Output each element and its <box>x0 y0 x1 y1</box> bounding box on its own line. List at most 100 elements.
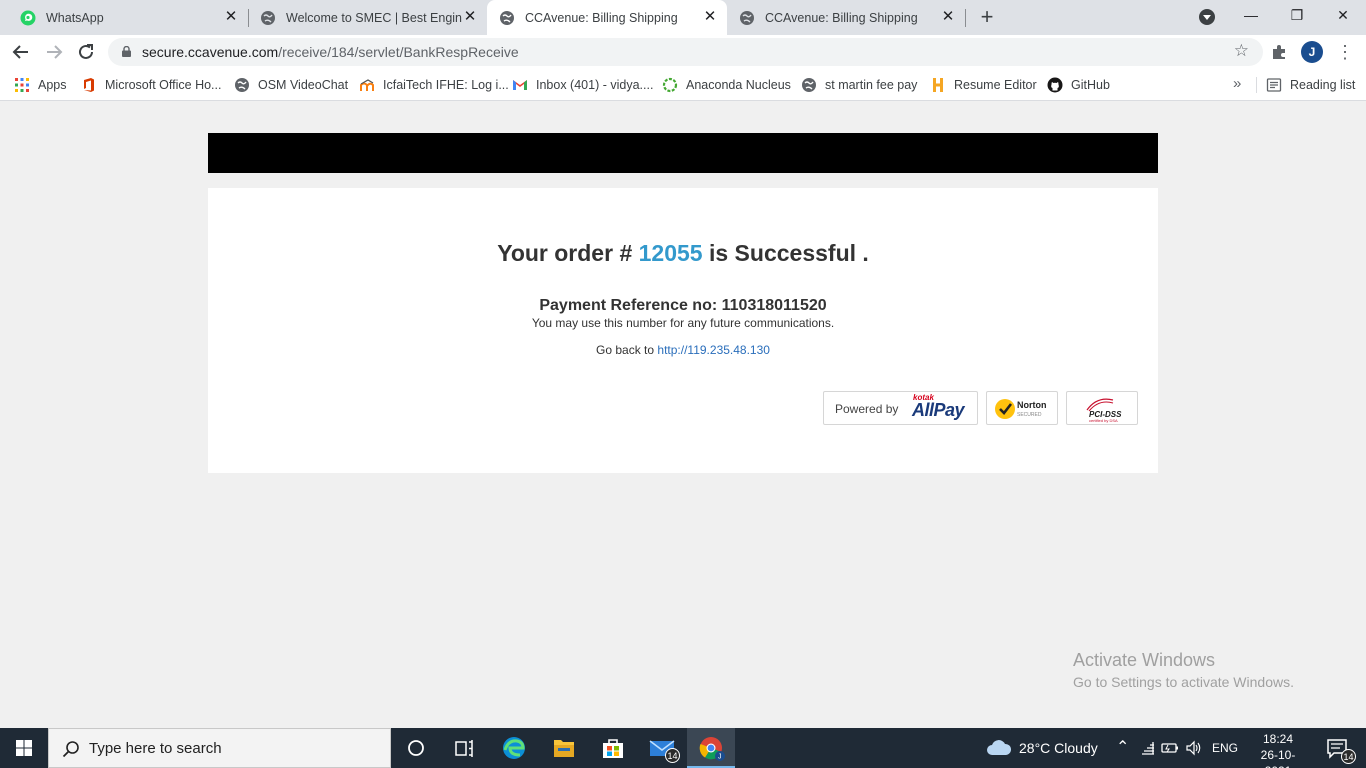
network-icon[interactable] <box>1140 740 1156 756</box>
bookmarks-overflow-button[interactable]: » <box>1233 75 1241 92</box>
address-bar[interactable]: secure.ccavenue.com/receive/184/servlet/… <box>108 38 1263 66</box>
tab-title: WhatsApp <box>46 10 104 25</box>
clock-date: 26-10-2021 <box>1260 748 1296 768</box>
extensions-puzzle-icon[interactable] <box>1270 43 1288 61</box>
store-taskbar-app[interactable] <box>589 728 637 768</box>
tab-close-icon[interactable]: ✕ <box>463 9 477 24</box>
bookmark-resume-editor[interactable]: Resume Editor <box>930 75 1037 95</box>
order-status-card: Your order # 12055 is Successful . Payme… <box>208 188 1158 473</box>
bookmark-anaconda[interactable]: Anaconda Nucleus <box>662 75 791 95</box>
pci-dss-badge: PCI-DSS certified by DSA <box>1066 391 1138 425</box>
tab-close-icon[interactable]: ✕ <box>224 9 238 24</box>
bookmarks-bar: Apps Microsoft Office Ho... OSM VideoCha… <box>0 69 1366 101</box>
edge-icon <box>503 737 525 759</box>
forward-button[interactable] <box>42 40 66 64</box>
office-icon <box>84 78 94 92</box>
back-button[interactable] <box>9 40 33 64</box>
bookmark-label: OSM VideoChat <box>258 78 349 92</box>
bookmark-office[interactable]: Microsoft Office Ho... <box>81 75 221 95</box>
reading-list-icon <box>1266 78 1282 92</box>
bookmarks-divider <box>1256 77 1257 93</box>
store-bag-icon <box>603 739 623 758</box>
activate-windows-watermark: Activate Windows Go to Settings to activ… <box>1073 650 1294 690</box>
activate-title: Activate Windows <box>1073 650 1216 670</box>
file-explorer-taskbar-app[interactable] <box>540 728 588 768</box>
new-tab-button[interactable]: + <box>975 5 999 29</box>
resume-h-icon <box>933 78 943 92</box>
bookmark-gmail-inbox[interactable]: Inbox (401) - vidya.... <box>512 75 653 95</box>
globe-icon <box>500 10 514 25</box>
taskbar-search-input[interactable]: Type here to search <box>48 728 391 768</box>
volume-icon[interactable] <box>1185 740 1203 756</box>
arrow-left-icon <box>12 45 28 59</box>
url-text[interactable]: secure.ccavenue.com/receive/184/servlet/… <box>142 44 519 60</box>
bookmark-github[interactable]: GitHub <box>1047 75 1110 95</box>
tab-strip: WhatsApp ✕ Welcome to SMEC | Best Engine… <box>0 0 1366 35</box>
url-host: secure.ccavenue.com <box>142 44 279 60</box>
tab-ccavenue-active[interactable]: CCAvenue: Billing Shipping ✕ <box>487 0 727 35</box>
bookmark-apps[interactable]: Apps <box>14 75 67 95</box>
github-icon <box>1047 77 1063 93</box>
bookmark-icfaitech[interactable]: IcfaiTech IFHE: Log i... <box>359 75 509 95</box>
bookmark-osm-videochat[interactable]: OSM VideoChat <box>234 75 348 95</box>
tab-ccavenue-2[interactable]: CCAvenue: Billing Shipping ✕ <box>727 0 965 35</box>
bookmark-st-martin[interactable]: st martin fee pay <box>801 75 917 95</box>
tab-title: CCAvenue: Billing Shipping <box>765 10 918 25</box>
tab-close-icon[interactable]: ✕ <box>703 9 717 24</box>
payment-note: You may use this number for any future c… <box>531 316 835 330</box>
go-back-link[interactable]: http://119.235.48.130 <box>657 343 770 357</box>
tab-close-icon[interactable]: ✕ <box>941 9 955 24</box>
tab-whatsapp[interactable]: WhatsApp ✕ <box>8 0 248 35</box>
system-clock[interactable]: 18:24 26-10-2021 <box>1248 731 1308 768</box>
tab-search-dropdown-icon[interactable] <box>1199 9 1215 25</box>
globe-icon <box>235 78 249 92</box>
minimize-button[interactable]: — <box>1228 0 1274 32</box>
whatsapp-icon <box>20 10 36 25</box>
search-icon <box>62 741 79 758</box>
page-viewport: Your order # 12055 is Successful . Payme… <box>0 102 1366 728</box>
task-view-icon <box>455 740 473 757</box>
globe-icon <box>261 10 275 25</box>
mail-taskbar-app[interactable]: 14 <box>638 728 686 768</box>
order-status-heading: Your order # 12055 is Successful . <box>208 240 1158 267</box>
norton-secured-badge: Norton SECURED <box>986 391 1058 425</box>
close-window-button[interactable]: ✕ <box>1320 0 1366 32</box>
tab-smec[interactable]: Welcome to SMEC | Best Enginee ✕ <box>248 0 487 35</box>
windows-logo-icon <box>16 740 32 756</box>
lock-icon[interactable] <box>122 46 131 57</box>
merchant-header-bar <box>208 133 1158 173</box>
edge-taskbar-app[interactable] <box>490 728 538 768</box>
cortana-circle-icon <box>408 740 424 756</box>
powered-by-label: Powered by <box>835 402 899 416</box>
language-indicator[interactable]: ENG <box>1212 741 1238 755</box>
action-center-button[interactable]: 14 <box>1318 728 1358 768</box>
profile-avatar[interactable]: J <box>1301 41 1323 63</box>
reload-button[interactable] <box>74 40 98 64</box>
restore-button[interactable]: ❐ <box>1274 0 1320 32</box>
order-number: 12055 <box>638 240 703 266</box>
cortana-button[interactable] <box>392 728 440 768</box>
bookmark-label: Resume Editor <box>954 78 1037 92</box>
bookmark-star-icon[interactable]: ☆ <box>1234 41 1249 61</box>
start-button[interactable] <box>0 728 48 768</box>
task-view-button[interactable] <box>440 728 488 768</box>
chrome-taskbar-app[interactable]: J <box>687 728 735 768</box>
show-hidden-icons-chevron-icon[interactable]: ⌃ <box>1116 737 1129 757</box>
go-back-label: Go back to <box>596 343 655 357</box>
bookmark-label: IcfaiTech IFHE: Log i... <box>383 78 509 92</box>
browser-menu-icon[interactable]: ⋮ <box>1336 41 1354 63</box>
tab-title: Welcome to SMEC | Best Enginee <box>286 10 462 25</box>
battery-icon[interactable] <box>1161 740 1179 756</box>
svg-text:J: J <box>718 754 722 761</box>
tab-title: CCAvenue: Billing Shipping <box>525 10 678 25</box>
browser-toolbar: secure.ccavenue.com/receive/184/servlet/… <box>0 35 1366 69</box>
reload-icon <box>79 44 93 59</box>
search-placeholder: Type here to search <box>89 740 222 757</box>
go-back-line: Go back to http://119.235.48.130 <box>208 343 1158 357</box>
reading-list-button[interactable]: Reading list <box>1266 75 1355 95</box>
gmail-icon <box>513 80 527 90</box>
notification-count-badge: 14 <box>1341 749 1356 764</box>
bookmark-label: st martin fee pay <box>825 78 918 92</box>
url-path: /receive/184/servlet/BankRespReceive <box>278 44 519 60</box>
moodle-icon <box>360 79 374 91</box>
